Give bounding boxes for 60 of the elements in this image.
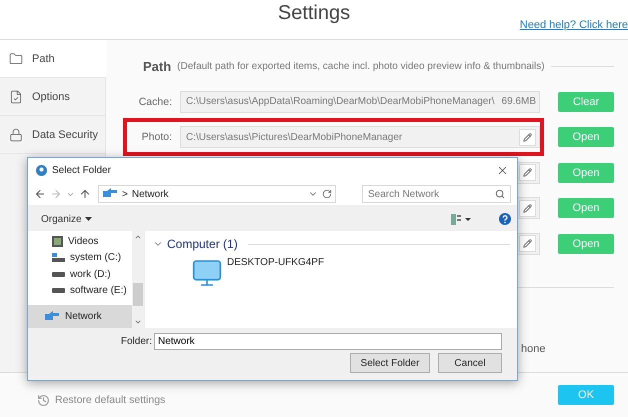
field-label: Photo: <box>142 131 172 144</box>
document-check-icon <box>9 90 23 104</box>
edit-button[interactable] <box>519 235 536 252</box>
pencil-icon <box>523 168 532 178</box>
tree-item[interactable]: software (E:) <box>28 282 132 300</box>
drive-icon <box>52 253 65 262</box>
option-text: hone <box>521 342 546 354</box>
help-icon[interactable] <box>499 213 511 225</box>
tree-item[interactable]: work (D:) <box>28 266 132 283</box>
close-icon[interactable] <box>496 164 509 177</box>
sidebar-item[interactable]: Options <box>0 78 105 116</box>
tree-item[interactable]: Videos <box>28 233 132 250</box>
tree-item[interactable]: Network <box>28 305 132 328</box>
select-folder-button[interactable]: Select Folder <box>350 353 430 373</box>
history-icon <box>37 394 50 406</box>
sidebar-item[interactable]: Data Security <box>0 116 105 154</box>
dialog-title: Select Folder <box>52 165 112 176</box>
lock-icon <box>9 128 23 142</box>
section-note: (Default path for exported items, cache incl. photo video preview info & thumbnails) <box>177 60 545 72</box>
search-field[interactable]: Search Network <box>362 185 511 203</box>
computer-name[interactable]: DESKTOP-UFKG4PF <box>227 257 324 268</box>
up-button[interactable] <box>79 188 91 200</box>
sidebar-item[interactable]: Path <box>0 40 106 78</box>
group-header: Computer (1) <box>167 237 238 251</box>
drive-icon <box>52 272 65 277</box>
edit-button[interactable] <box>519 200 536 217</box>
window-title: Settings <box>278 2 350 25</box>
network-icon <box>102 188 118 200</box>
caret-icon <box>84 217 92 221</box>
edit-button[interactable] <box>519 128 536 146</box>
folder-icon <box>9 52 23 66</box>
back-button[interactable] <box>34 188 46 200</box>
folder-field[interactable]: Network <box>154 333 502 350</box>
path-separator: > <box>122 188 128 200</box>
edit-button[interactable] <box>519 164 536 182</box>
cancel-button[interactable]: Cancel <box>438 353 502 373</box>
view-options-button[interactable] <box>451 214 471 224</box>
pencil-icon <box>523 204 532 213</box>
tree-item[interactable]: system (C:) <box>28 250 132 266</box>
field-label: Cache: <box>138 96 172 108</box>
computer-icon <box>191 257 223 289</box>
pencil-icon <box>523 132 532 142</box>
scroll-up-icon[interactable] <box>134 233 142 241</box>
address-bar[interactable]: > Network <box>98 185 336 203</box>
drive-icon <box>52 288 65 294</box>
refresh-icon[interactable] <box>322 189 332 199</box>
organize-menu[interactable]: Organize <box>41 214 92 224</box>
film-icon <box>52 236 63 247</box>
app-icon <box>36 165 47 176</box>
help-link[interactable]: Need help? Click here <box>520 19 628 31</box>
folder-label: Folder: <box>120 336 152 347</box>
pencil-icon <box>523 239 532 248</box>
section-title: Path <box>143 58 172 74</box>
network-icon <box>44 310 60 323</box>
search-icon <box>495 189 505 199</box>
path-field[interactable]: C:\Users\asus\AppData\Roaming\DearMob\DearMobiPhoneManager\ 69.6MB <box>180 90 540 113</box>
size-text: 69.6MB <box>502 96 536 108</box>
scroll-down-icon[interactable] <box>134 318 142 326</box>
path-field[interactable]: C:\Users\asus\Pictures\DearMobiPhoneManager <box>180 126 540 148</box>
scroll-thumb[interactable] <box>133 283 143 306</box>
